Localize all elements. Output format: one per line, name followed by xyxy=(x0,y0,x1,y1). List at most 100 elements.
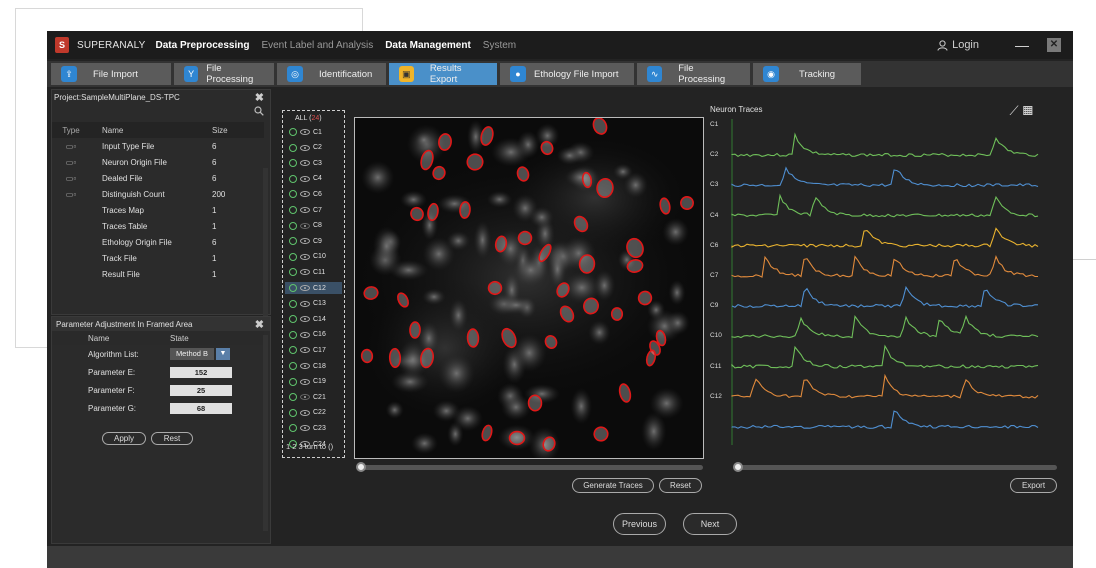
neuron-pager[interactable]: 1 2 3 turn to () xyxy=(286,442,333,451)
neuron-list-item[interactable]: C9 xyxy=(289,235,345,247)
toolbar-file-processing-2[interactable]: ∿ File Processing xyxy=(637,63,750,85)
neuron-image[interactable] xyxy=(355,117,703,463)
search-icon[interactable] xyxy=(254,106,264,119)
checkbox-icon[interactable] xyxy=(289,174,297,183)
checkbox-icon[interactable] xyxy=(289,393,297,402)
checkbox-icon[interactable] xyxy=(289,408,297,417)
toolbar-tracking[interactable]: ◉ Tracking xyxy=(753,63,861,85)
menu-data-preprocessing[interactable]: Data Preprocessing xyxy=(156,40,250,51)
close-parameter-panel-icon[interactable]: ✖ xyxy=(255,318,264,331)
eye-icon[interactable] xyxy=(300,285,310,291)
eye-icon[interactable] xyxy=(300,191,310,198)
export-button[interactable]: Export xyxy=(1010,478,1057,493)
toolbar-results-export[interactable]: ▣ Results Export xyxy=(389,63,497,85)
neuron-list-item[interactable]: C11 xyxy=(289,266,345,278)
eye-icon[interactable] xyxy=(300,222,310,229)
checkbox-icon[interactable] xyxy=(289,159,297,168)
eye-icon[interactable] xyxy=(300,409,310,416)
checkbox-icon[interactable] xyxy=(289,362,297,370)
eye-icon[interactable] xyxy=(300,316,310,323)
checkbox-icon[interactable] xyxy=(289,377,297,386)
eye-icon[interactable] xyxy=(300,144,310,151)
neuron-list-item[interactable]: C14 xyxy=(289,313,345,325)
table-row[interactable]: ▭▫ Dealed File 6 xyxy=(52,170,264,186)
checkbox-icon[interactable] xyxy=(289,299,297,308)
neuron-list-item[interactable]: C18 xyxy=(289,360,345,372)
eye-icon[interactable] xyxy=(300,363,310,369)
table-row[interactable]: ▭▫ Input Type File 6 xyxy=(52,138,264,154)
eye-icon[interactable] xyxy=(300,300,310,307)
checkbox-icon[interactable] xyxy=(289,330,297,339)
image-slider-knob[interactable] xyxy=(356,462,366,472)
traces-time-slider[interactable] xyxy=(735,465,1057,470)
algorithm-select[interactable]: Method B ▼ xyxy=(170,348,230,360)
neuron-list-item[interactable]: C17 xyxy=(289,344,345,356)
eye-icon[interactable] xyxy=(300,378,310,385)
checkbox-icon[interactable] xyxy=(289,128,297,136)
parameter-scrollbar[interactable] xyxy=(263,335,268,531)
calcium-image-view[interactable] xyxy=(354,117,704,463)
menu-event-label[interactable]: Event Label and Analysis xyxy=(261,40,373,51)
checkbox-icon[interactable] xyxy=(289,424,297,433)
eye-icon[interactable] xyxy=(300,331,310,338)
project-scrollbar[interactable] xyxy=(263,168,268,316)
next-button[interactable]: Next xyxy=(683,513,737,535)
parameter-g-input[interactable]: 68 xyxy=(170,402,232,414)
eye-icon[interactable] xyxy=(300,207,310,213)
neuron-list-item[interactable]: C3 xyxy=(289,157,345,169)
parameter-e-input[interactable]: 152 xyxy=(170,366,232,378)
traces-slider-knob[interactable] xyxy=(733,462,743,472)
neuron-list-item[interactable]: C1 xyxy=(289,126,345,138)
eye-icon[interactable] xyxy=(300,253,310,260)
login-button[interactable]: Login xyxy=(937,39,979,51)
toolbar-identification[interactable]: ◎ Identification xyxy=(277,63,386,85)
checkbox-icon[interactable] xyxy=(289,268,297,277)
eye-icon[interactable] xyxy=(300,175,310,182)
neuron-list-item[interactable]: C8 xyxy=(289,220,345,232)
reset-image-button[interactable]: Reset xyxy=(659,478,702,493)
neuron-list-item[interactable]: C6 xyxy=(289,188,345,200)
parameter-f-input[interactable]: 25 xyxy=(170,384,232,396)
close-project-panel-icon[interactable]: ✖ xyxy=(255,91,264,104)
checkbox-icon[interactable] xyxy=(289,221,297,230)
checkbox-icon[interactable] xyxy=(289,237,297,246)
table-row[interactable]: ▭▫ Distinguish Count 200 xyxy=(52,186,264,202)
eye-icon[interactable] xyxy=(300,160,310,167)
eye-icon[interactable] xyxy=(300,129,310,135)
neuron-list-item[interactable]: C2 xyxy=(289,142,345,154)
checkbox-icon[interactable] xyxy=(289,315,297,324)
apply-button[interactable]: Apply xyxy=(102,432,146,445)
checkbox-icon[interactable] xyxy=(289,190,297,199)
table-row[interactable]: ▭▫ Neuron Origin File 6 xyxy=(52,154,264,170)
neuron-list-item[interactable]: C16 xyxy=(289,329,345,341)
checkbox-icon[interactable] xyxy=(289,252,297,261)
checkbox-icon[interactable] xyxy=(289,346,297,355)
eye-icon[interactable] xyxy=(300,394,310,401)
table-row[interactable]: Result File 1 xyxy=(52,266,264,282)
toolbar-ethology-import[interactable]: ● Ethology File Import xyxy=(500,63,634,85)
menu-data-management[interactable]: Data Management xyxy=(385,40,471,51)
close-window-button[interactable]: ✕ xyxy=(1047,38,1061,52)
neuron-list-item[interactable]: C23 xyxy=(289,422,345,434)
neuron-list-item[interactable]: C7 xyxy=(289,204,345,216)
neuron-list-item[interactable]: C4 xyxy=(289,173,345,185)
image-frame-slider[interactable] xyxy=(357,465,703,470)
table-row[interactable]: Traces Map 1 xyxy=(52,202,264,218)
neuron-list-item[interactable]: C13 xyxy=(289,298,345,310)
neuron-list-item[interactable]: C10 xyxy=(289,251,345,263)
table-row[interactable]: Track File 1 xyxy=(52,250,264,266)
checkbox-icon[interactable] xyxy=(289,206,297,214)
reset-params-button[interactable]: Rest xyxy=(151,432,193,445)
menu-system[interactable]: System xyxy=(483,40,516,51)
generate-traces-button[interactable]: Generate Traces xyxy=(572,478,654,493)
neuron-list-item[interactable]: C21 xyxy=(289,391,345,403)
neuron-list-item[interactable]: C12 xyxy=(285,282,342,294)
eye-icon[interactable] xyxy=(300,238,310,245)
table-row[interactable]: Ethology Origin File 6 xyxy=(52,234,264,250)
checkbox-icon[interactable] xyxy=(289,284,297,292)
previous-button[interactable]: Previous xyxy=(613,513,666,535)
neuron-list-item[interactable]: C22 xyxy=(289,407,345,419)
toolbar-file-processing[interactable]: Y File Processing xyxy=(174,63,274,85)
eye-icon[interactable] xyxy=(300,347,310,354)
eye-icon[interactable] xyxy=(300,269,310,276)
